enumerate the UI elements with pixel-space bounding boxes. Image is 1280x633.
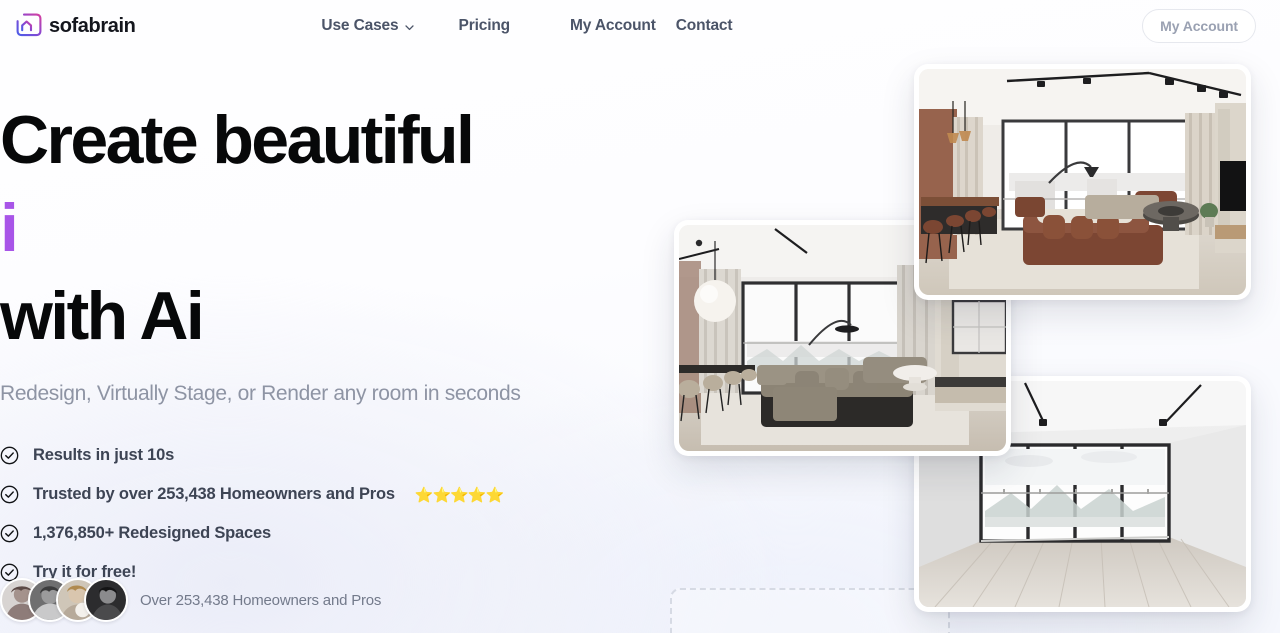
page-title: Create beautiful i with Ai [0,96,660,360]
room-render-leather-sofa[interactable] [914,64,1251,300]
feature-label: 1,376,850+ Redesigned Spaces [33,524,271,542]
list-item: Trusted by over 253,438 Homeowners and P… [0,475,660,514]
feature-list: Results in just 10s Trusted by over 253,… [0,436,660,592]
feature-label: Trusted by over 253,438 Homeowners and P… [33,485,395,503]
social-proof-text: Over 253,438 Homeowners and Pros [140,591,382,609]
social-proof: Over 253,438 Homeowners and Pros [0,578,381,622]
check-circle-icon [0,524,19,543]
list-item: 1,376,850+ Redesigned Spaces [0,514,660,553]
nav-item-my-account[interactable]: My Account [570,17,656,35]
check-circle-icon [0,485,19,504]
nav-item-contact[interactable]: Contact [676,17,733,35]
sofabrain-house-logo-icon [16,13,42,37]
site-header: sofabrain Use Cases Pricing My Account C… [0,0,1280,52]
image-upload-dropzone[interactable] [670,588,950,633]
my-account-button[interactable]: My Account [1142,9,1256,43]
nav-item-pricing[interactable]: Pricing [459,17,511,35]
nav-label-contact: Contact [675,17,733,34]
check-circle-icon [0,446,19,465]
main-navigation: Use Cases Pricing My Account Contact [321,17,732,35]
nav-label-my-account: My Account [570,17,656,34]
nav-label-use-cases: Use Cases [321,17,399,34]
brand-logo[interactable]: sofabrain [16,13,136,39]
nav-label-pricing: Pricing [458,17,511,34]
chevron-down-icon [404,24,414,30]
brand-name: sofabrain [49,14,136,37]
avatar-stack [0,578,128,622]
avatar [84,578,128,622]
star-rating: ⭐⭐⭐⭐⭐ [414,486,504,504]
feature-label: Results in just 10s [33,446,175,464]
nav-item-use-cases[interactable]: Use Cases [321,17,414,35]
list-item: Results in just 10s [0,436,660,475]
hero-subheadline: Redesign, Virtually Stage, or Render any… [0,382,521,405]
headline-line-1: Create beautiful [0,102,475,178]
headline-typed-text: i [0,190,19,266]
hero-section: Create beautiful i with Ai Redesign, Vir… [0,96,660,592]
headline-line-3: with Ai [0,278,205,354]
